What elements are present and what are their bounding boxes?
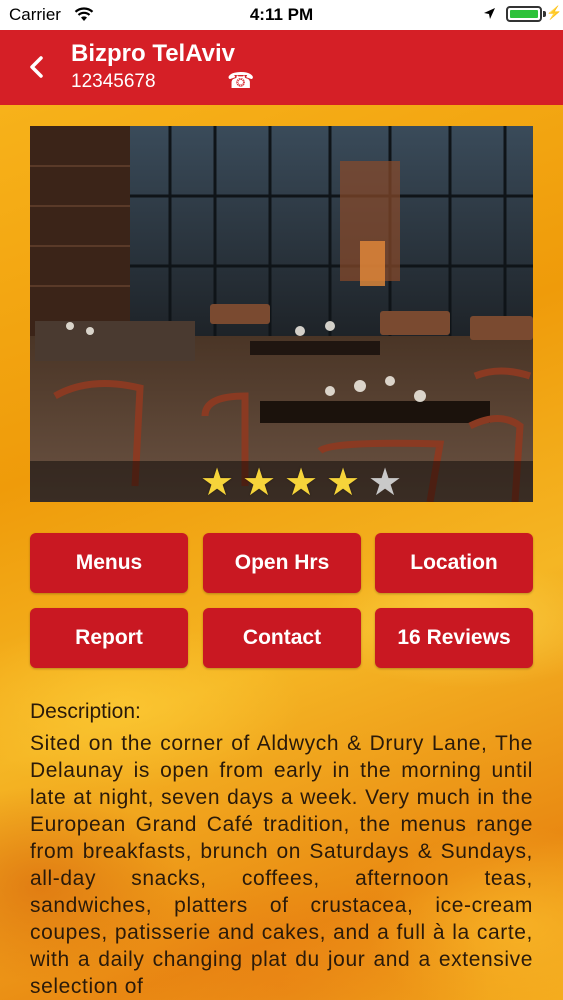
reviews-button[interactable]: 16 Reviews	[375, 608, 533, 668]
star-filled-icon: ★	[284, 462, 319, 504]
restaurant-photo[interactable]	[30, 126, 533, 502]
star-empty-icon: ★	[368, 462, 403, 504]
location-button[interactable]: Location	[375, 533, 533, 593]
open-hours-button[interactable]: Open Hrs	[203, 533, 361, 593]
charging-bolt-icon: ⚡	[546, 5, 563, 20]
star-filled-icon: ★	[326, 462, 361, 504]
description-text: Sited on the corner of Aldwych & Drury L…	[30, 732, 533, 998]
app-header: Bizpro TelAviv 12345678 ☎	[0, 30, 563, 105]
back-button[interactable]	[22, 52, 52, 82]
status-bar: Carrier 4:11 PM ⚡	[0, 0, 563, 30]
phone-number[interactable]: 12345678	[71, 71, 156, 93]
menus-button[interactable]: Menus	[30, 533, 188, 593]
description-label: Description:	[30, 700, 141, 723]
chevron-left-icon	[30, 56, 43, 78]
clock: 4:11 PM	[249, 5, 314, 24]
star-filled-icon: ★	[242, 462, 277, 504]
battery-icon	[506, 6, 542, 22]
telephone-icon[interactable]: ☎	[227, 68, 254, 94]
contact-button[interactable]: Contact	[203, 608, 361, 668]
star-rating: ★ ★ ★ ★ ★	[0, 463, 563, 503]
business-title: Bizpro TelAviv	[71, 40, 236, 67]
report-button[interactable]: Report	[30, 608, 188, 668]
star-filled-icon: ★	[200, 462, 235, 504]
location-arrow-icon	[484, 8, 495, 19]
